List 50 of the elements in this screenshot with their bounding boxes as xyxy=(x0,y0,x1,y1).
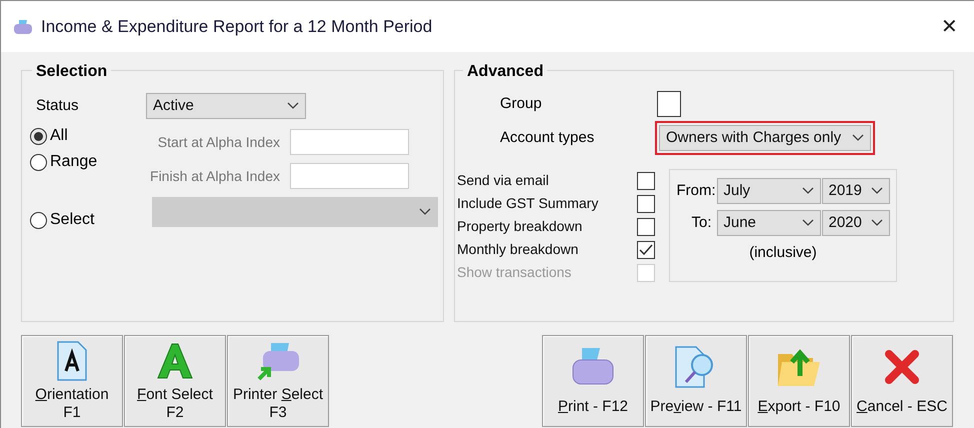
option-label: Property breakdown xyxy=(457,217,582,236)
to-label: To: xyxy=(690,212,712,233)
window-title: Income & Expenditure Report for a 12 Month Period xyxy=(41,16,434,38)
inclusive-note: (inclusive) xyxy=(749,243,817,263)
cancel-button[interactable]: Cancel - ESC xyxy=(851,335,953,427)
status-label: Status xyxy=(36,96,80,116)
chevron-down-icon xyxy=(870,219,882,227)
font-button[interactable]: Font Select F2 xyxy=(124,335,226,427)
finish-field[interactable] xyxy=(290,163,409,189)
checkbox[interactable] xyxy=(657,91,681,117)
radio-button[interactable]: Select xyxy=(30,207,130,233)
group-label: Group xyxy=(500,94,543,114)
preview-button[interactable]: Preview - F11 xyxy=(645,335,747,427)
orientation-button[interactable]: Orientation F1 xyxy=(21,335,123,427)
checkbox[interactable] xyxy=(637,194,655,212)
chevron-down-icon xyxy=(852,134,864,142)
status-dropdown[interactable]: Active xyxy=(146,93,306,119)
printer-arrow-icon xyxy=(255,341,301,381)
printer-icon xyxy=(13,18,33,34)
option-label: Include GST Summary xyxy=(457,194,598,213)
chevron-down-icon xyxy=(802,219,814,227)
chevron-down-icon xyxy=(287,102,299,110)
chevron-down-icon xyxy=(802,187,814,195)
radio-button[interactable]: Range xyxy=(30,149,130,175)
letter-a-icon xyxy=(156,342,194,380)
print-button[interactable]: Print - F12 xyxy=(542,335,644,427)
start-field[interactable] xyxy=(290,129,409,155)
document-letter-icon xyxy=(57,341,87,381)
close-button[interactable]: ✕ xyxy=(937,12,962,42)
printer-select-button[interactable]: Printer Select F3 xyxy=(227,335,329,427)
from-year-dropdown[interactable]: 2019 xyxy=(822,178,890,204)
cross-icon xyxy=(884,349,920,385)
option-label: Show transactions xyxy=(457,263,572,282)
radio-button[interactable]: All xyxy=(30,123,130,149)
checkbox[interactable] xyxy=(637,218,655,236)
chevron-down-icon xyxy=(419,208,431,216)
account-types-label: Account types xyxy=(500,128,596,148)
checkbox[interactable] xyxy=(637,240,655,258)
start-label: Start at Alpha Index xyxy=(156,132,281,152)
finish-label: Finish at Alpha Index xyxy=(149,166,281,186)
to-month-dropdown[interactable]: June xyxy=(716,210,820,236)
to-year-dropdown[interactable]: 2020 xyxy=(822,210,890,236)
from-month-dropdown[interactable]: July xyxy=(716,178,820,204)
account-types-dropdown[interactable]: Owners with Charges only xyxy=(659,125,871,151)
checkbox[interactable] xyxy=(637,172,655,190)
option-label: Monthly breakdown xyxy=(457,240,578,259)
export-button[interactable]: Export - F10 xyxy=(748,335,850,427)
chevron-down-icon xyxy=(870,187,882,195)
option-label: Send via email xyxy=(457,171,549,190)
from-label: From: xyxy=(676,180,716,201)
